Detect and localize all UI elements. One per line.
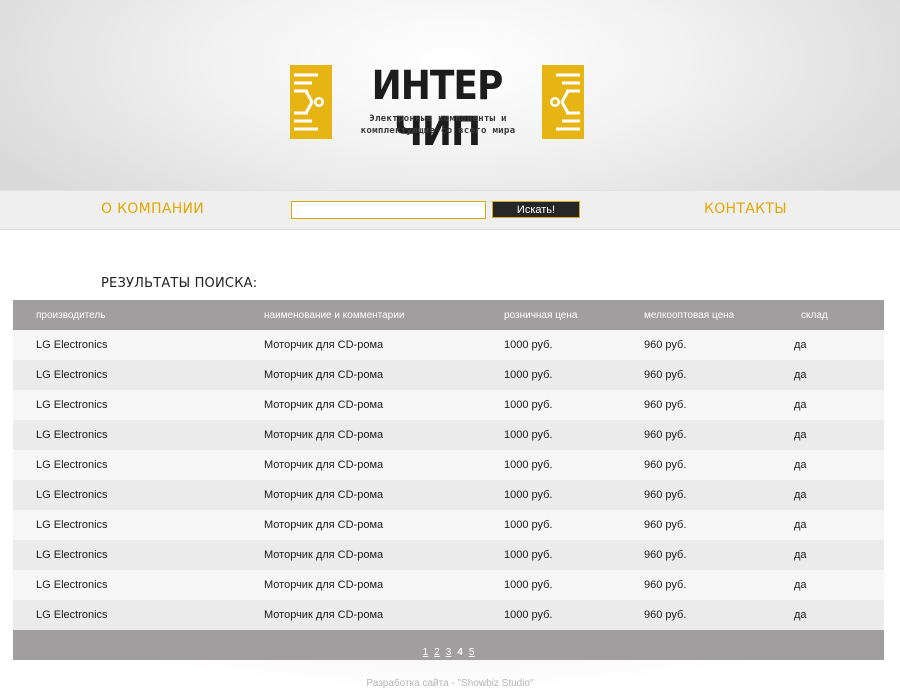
column-header-stock: склад xyxy=(801,310,828,321)
nav-contacts-link[interactable]: КОНТАКТЫ xyxy=(704,201,787,217)
search-input[interactable] xyxy=(291,201,486,219)
cell-wholesale-price: 960 руб. xyxy=(644,339,687,351)
cell-wholesale-price: 960 руб. xyxy=(644,579,687,591)
logo-right-emblem-icon xyxy=(542,65,584,139)
cell-wholesale-price: 960 руб. xyxy=(644,399,687,411)
page-link[interactable]: 2 xyxy=(434,647,440,658)
table-row: LG Electronics Моторчик для CD-рома 1000 р… xyxy=(13,450,884,480)
results-table: производитель наименование и комментарии… xyxy=(13,300,884,630)
column-header-manufacturer: производитель xyxy=(36,310,106,321)
cell-wholesale-price: 960 руб. xyxy=(644,489,687,501)
cell-name: Моторчик для CD-рома xyxy=(264,519,384,531)
cell-name: Моторчик для CD-рома xyxy=(264,429,384,441)
cell-retail-price: 1000 руб. xyxy=(504,339,553,351)
cell-manufacturer: LG Electronics xyxy=(36,549,108,561)
cell-stock: да xyxy=(794,459,807,471)
cell-stock: да xyxy=(794,549,807,561)
logo-title: ИНТЕР ЧИП xyxy=(371,63,504,155)
cell-manufacturer: LG Electronics xyxy=(36,369,108,381)
cell-manufacturer: LG Electronics xyxy=(36,399,108,411)
pagination: 12345 xyxy=(13,630,884,660)
table-row: LG Electronics Моторчик для CD-рома 1000 р… xyxy=(13,540,884,570)
cell-manufacturer: LG Electronics xyxy=(36,519,108,531)
page-link[interactable]: 5 xyxy=(469,647,475,658)
header: ИНТЕР ЧИП Электронные компоненты и компл… xyxy=(0,0,900,190)
nav-about-link[interactable]: О КОМПАНИИ xyxy=(101,201,204,217)
cell-wholesale-price: 960 руб. xyxy=(644,369,687,381)
cell-retail-price: 1000 руб. xyxy=(504,489,553,501)
table-header-row: производитель наименование и комментарии… xyxy=(13,300,884,330)
cell-retail-price: 1000 руб. xyxy=(504,399,553,411)
cell-stock: да xyxy=(794,609,807,621)
logo-subtitle-line2: комплектующие со всего мира xyxy=(360,125,516,136)
page-list: 12345 xyxy=(420,640,478,659)
logo-left-emblem-icon xyxy=(290,65,332,139)
column-header-wholesale-price: мелкооптовая цена xyxy=(644,310,735,321)
cell-manufacturer: LG Electronics xyxy=(36,579,108,591)
table-row: LG Electronics Моторчик для CD-рома 1000 р… xyxy=(13,360,884,390)
table-row: LG Electronics Моторчик для CD-рома 1000 р… xyxy=(13,390,884,420)
column-header-name: наименование и комментарии xyxy=(264,310,405,321)
cell-name: Моторчик для CD-рома xyxy=(264,339,384,351)
cell-manufacturer: LG Electronics xyxy=(36,609,108,621)
table-row: LG Electronics Моторчик для CD-рома 1000 р… xyxy=(13,570,884,600)
cell-manufacturer: LG Electronics xyxy=(36,339,108,351)
cell-stock: да xyxy=(794,399,807,411)
cell-retail-price: 1000 руб. xyxy=(504,429,553,441)
table-row: LG Electronics Моторчик для CD-рома 1000 р… xyxy=(13,600,884,630)
cell-stock: да xyxy=(794,429,807,441)
logo-subtitle: Электронные компоненты и комплектующие с… xyxy=(338,113,538,137)
logo[interactable]: ИНТЕР ЧИП Электронные компоненты и компл… xyxy=(290,63,584,155)
table-row: LG Electronics Моторчик для CD-рома 1000 р… xyxy=(13,480,884,510)
cell-name: Моторчик для CD-рома xyxy=(264,579,384,591)
table-row: LG Electronics Моторчик для CD-рома 1000 р… xyxy=(13,330,884,360)
results-title: РЕЗУЛЬТАТЫ ПОИСКА: xyxy=(101,276,258,291)
cell-manufacturer: LG Electronics xyxy=(36,459,108,471)
table-body: LG Electronics Моторчик для CD-рома 1000 р… xyxy=(13,330,884,630)
page-current: 4 xyxy=(457,647,463,658)
cell-name: Моторчик для CD-рома xyxy=(264,549,384,561)
table-row: LG Electronics Моторчик для CD-рома 1000 р… xyxy=(13,420,884,450)
search-button[interactable]: Искать! xyxy=(492,201,580,218)
cell-wholesale-price: 960 руб. xyxy=(644,609,687,621)
cell-stock: да xyxy=(794,579,807,591)
table-row: LG Electronics Моторчик для CD-рома 1000 р… xyxy=(13,510,884,540)
cell-retail-price: 1000 руб. xyxy=(504,519,553,531)
cell-wholesale-price: 960 руб. xyxy=(644,549,687,561)
cell-retail-price: 1000 руб. xyxy=(504,459,553,471)
cell-manufacturer: LG Electronics xyxy=(36,489,108,501)
cell-wholesale-price: 960 руб. xyxy=(644,519,687,531)
page-link[interactable]: 3 xyxy=(446,647,452,658)
cell-name: Моторчик для CD-рома xyxy=(264,489,384,501)
logo-subtitle-line1: Электронные компоненты и xyxy=(369,113,507,124)
cell-stock: да xyxy=(794,369,807,381)
cell-wholesale-price: 960 руб. xyxy=(644,459,687,471)
footer-credit: Разработка сайта - "Showbiz Studio" xyxy=(366,678,534,689)
cell-name: Моторчик для CD-рома xyxy=(264,399,384,411)
navbar: О КОМПАНИИ Искать! КОНТАКТЫ xyxy=(0,190,900,231)
cell-name: Моторчик для CD-рома xyxy=(264,609,384,621)
cell-retail-price: 1000 руб. xyxy=(504,609,553,621)
cell-retail-price: 1000 руб. xyxy=(504,579,553,591)
cell-wholesale-price: 960 руб. xyxy=(644,429,687,441)
cell-manufacturer: LG Electronics xyxy=(36,429,108,441)
cell-name: Моторчик для CD-рома xyxy=(264,369,384,381)
cell-stock: да xyxy=(794,489,807,501)
column-header-retail-price: розничная цена xyxy=(504,310,578,321)
cell-stock: да xyxy=(794,339,807,351)
page-link[interactable]: 1 xyxy=(423,647,429,658)
cell-retail-price: 1000 руб. xyxy=(504,369,553,381)
cell-retail-price: 1000 руб. xyxy=(504,549,553,561)
cell-stock: да xyxy=(794,519,807,531)
cell-name: Моторчик для CD-рома xyxy=(264,459,384,471)
